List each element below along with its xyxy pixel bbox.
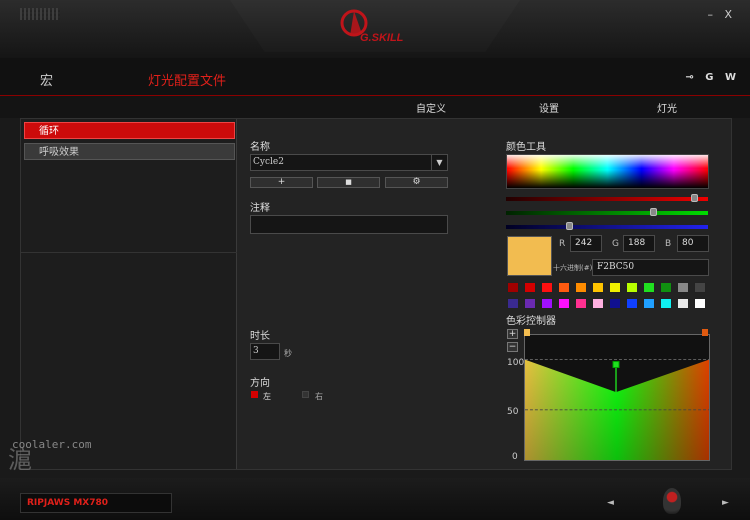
control-point-end[interactable]: [702, 329, 708, 336]
tab-custom[interactable]: 自定义: [416, 100, 446, 115]
duration-label: 时长: [250, 331, 270, 342]
preset-color-swatch[interactable]: [694, 298, 706, 309]
add-point-button[interactable]: +: [507, 329, 518, 339]
name-label: 名称: [250, 142, 270, 153]
preset-color-swatch[interactable]: [592, 298, 604, 309]
y-tick-50: 50: [507, 407, 519, 417]
b-label: B: [665, 239, 672, 249]
name-select[interactable]: Cycle2 ▼: [250, 154, 448, 171]
direction-right-radio[interactable]: [302, 391, 309, 398]
preset-color-swatch[interactable]: [575, 298, 587, 309]
preset-color-swatch[interactable]: [609, 282, 621, 293]
preset-color-swatch[interactable]: [660, 282, 672, 293]
effect-list: [21, 119, 237, 469]
color-controller-title: 色彩控制器: [506, 316, 556, 327]
effect-item-breathing[interactable]: 呼吸效果: [24, 143, 235, 160]
y-tick-0: 0: [512, 452, 518, 462]
preset-color-swatch[interactable]: [507, 298, 519, 309]
preset-color-swatch[interactable]: [677, 298, 689, 309]
direction-left-label: 左: [263, 392, 271, 401]
grille-decoration: [20, 8, 60, 20]
preset-color-swatch[interactable]: [609, 298, 621, 309]
device-model: RIPJAWS MX780: [20, 493, 172, 513]
effect-item-cycle[interactable]: 循环: [24, 122, 235, 139]
note-label: 注释: [250, 203, 270, 214]
chevron-down-icon[interactable]: ▼: [431, 155, 447, 170]
nav-shortcuts[interactable]: ⊸ G W: [685, 72, 740, 83]
tab-lighting[interactable]: 灯光: [657, 100, 677, 115]
hex-input[interactable]: F2BC50: [592, 259, 709, 276]
prev-device-button[interactable]: ◄: [607, 498, 614, 508]
add-profile-button[interactable]: +: [250, 177, 313, 188]
window-controls: – X: [707, 8, 736, 21]
b-input[interactable]: 80: [677, 235, 709, 252]
remove-point-button[interactable]: −: [507, 342, 518, 352]
tab-settings[interactable]: 设置: [539, 100, 559, 115]
preset-color-swatch[interactable]: [643, 298, 655, 309]
nav-macro[interactable]: 宏: [40, 70, 53, 89]
red-slider-thumb[interactable]: [691, 194, 699, 202]
preset-color-swatch[interactable]: [524, 298, 536, 309]
control-point-mid[interactable]: [612, 361, 620, 368]
close-button[interactable]: X: [724, 8, 736, 21]
blue-slider-thumb[interactable]: [566, 222, 574, 230]
green-slider-thumb[interactable]: [650, 208, 658, 216]
red-slider[interactable]: [506, 194, 708, 202]
color-tool-title: 颜色工具: [506, 142, 546, 153]
color-controller-graph[interactable]: [524, 334, 710, 461]
direction-left-radio[interactable]: [251, 391, 258, 398]
direction-label: 方向: [250, 378, 270, 389]
y-tick-100: 100: [507, 358, 525, 368]
preset-color-swatch[interactable]: [558, 282, 570, 293]
direction-right-label: 右: [315, 392, 323, 401]
preset-color-swatch[interactable]: [541, 282, 553, 293]
preset-color-swatch[interactable]: [643, 282, 655, 293]
name-value: Cycle2: [253, 157, 284, 167]
minimize-button[interactable]: –: [707, 8, 717, 21]
blue-slider[interactable]: [506, 222, 708, 230]
watermark-text: coolaler.com: [12, 438, 92, 451]
main-nav: [0, 58, 750, 96]
r-label: R: [559, 239, 566, 249]
control-point-start[interactable]: [524, 329, 530, 336]
preset-color-swatch[interactable]: [541, 298, 553, 309]
preset-color-swatch[interactable]: [575, 282, 587, 293]
preset-color-swatch[interactable]: [626, 298, 638, 309]
stop-button[interactable]: ■: [317, 177, 380, 188]
preset-color-swatch[interactable]: [626, 282, 638, 293]
settings-button[interactable]: ⚙: [385, 177, 448, 188]
current-color-swatch: [507, 236, 552, 276]
preset-color-swatch[interactable]: [660, 298, 672, 309]
preset-color-swatch[interactable]: [524, 282, 536, 293]
sub-tab-bar: [0, 96, 750, 118]
gskill-logo: G.SKILL: [340, 9, 404, 44]
next-device-button[interactable]: ►: [722, 498, 729, 508]
g-label: G: [612, 239, 619, 249]
r-input[interactable]: 242: [570, 235, 602, 252]
nav-lighting-profile[interactable]: 灯光配置文件: [148, 70, 226, 89]
preset-color-swatch[interactable]: [507, 282, 519, 293]
preset-color-swatch[interactable]: [592, 282, 604, 293]
duration-unit: 秒: [284, 349, 292, 358]
duration-input[interactable]: 3: [250, 343, 280, 360]
preset-color-swatch[interactable]: [694, 282, 706, 293]
g-input[interactable]: 188: [623, 235, 655, 252]
hex-label: 十六进制(#): [553, 264, 593, 272]
preset-color-swatch[interactable]: [558, 298, 570, 309]
note-input[interactable]: [250, 215, 448, 234]
preset-color-swatch[interactable]: [677, 282, 689, 293]
mouse-device-icon[interactable]: [663, 488, 681, 514]
logo-text: G.SKILL: [360, 32, 404, 44]
color-spectrum-picker[interactable]: [506, 154, 709, 189]
green-slider[interactable]: [506, 208, 708, 216]
